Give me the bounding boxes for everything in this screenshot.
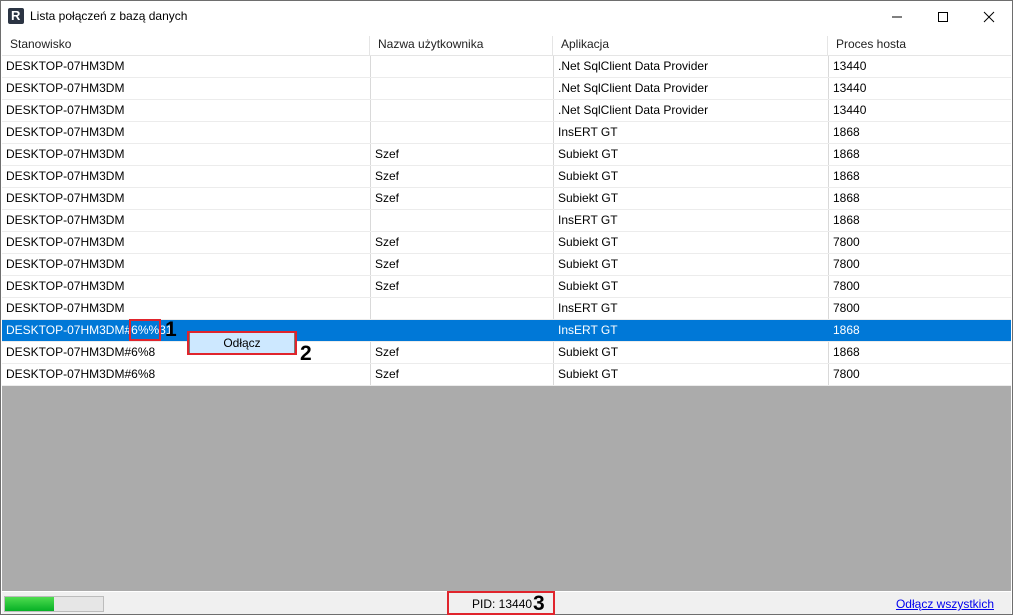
cell-application: Subiekt GT bbox=[553, 364, 828, 385]
table-row[interactable]: DESKTOP-07HM3DM .Net SqlClient Data Provi… bbox=[2, 100, 1011, 122]
cell-application: .Net SqlClient Data Provider bbox=[553, 56, 828, 77]
cell-application: Subiekt GT bbox=[553, 254, 828, 275]
cell-workstation: DESKTOP-07HM3DM bbox=[6, 279, 125, 293]
cell-application: Subiekt GT bbox=[553, 342, 828, 363]
table-row[interactable]: DESKTOP-07HM3DM Szef Subiekt GT 1868 bbox=[2, 188, 1011, 210]
maximize-icon bbox=[938, 12, 948, 22]
cell-application: InsERT GT bbox=[553, 210, 828, 231]
cell-host-process: 7800 bbox=[828, 232, 1011, 253]
table-row[interactable]: DESKTOP-07HM3DM InsERT GT 7800 bbox=[2, 298, 1011, 320]
cell-user: Szef bbox=[370, 342, 553, 363]
close-button[interactable] bbox=[966, 1, 1012, 32]
main-window: R Lista połączeń z bazą danych Stanowisk… bbox=[0, 0, 1013, 615]
table-row[interactable]: DESKTOP-07HM3DM Szef Subiekt GT 1868 bbox=[2, 144, 1011, 166]
cell-application: Subiekt GT bbox=[553, 144, 828, 165]
cell-host-process: 13440 bbox=[828, 100, 1011, 121]
cell-workstation: DESKTOP-07HM3DM bbox=[6, 147, 125, 161]
cell-application: InsERT GT bbox=[553, 320, 828, 341]
window-title: Lista połączeń z bazą danych bbox=[30, 9, 188, 23]
progress-bar bbox=[4, 596, 104, 612]
cell-host-process: 7800 bbox=[828, 254, 1011, 275]
cell-user: Szef bbox=[370, 276, 553, 297]
table-row[interactable]: DESKTOP-07HM3DM#6%8 Szef Subiekt GT 1868 bbox=[2, 342, 1011, 364]
cell-host-process: 7800 bbox=[828, 276, 1011, 297]
cell-application: .Net SqlClient Data Provider bbox=[553, 100, 828, 121]
cell-workstation: DESKTOP-07HM3DM#6%8 bbox=[6, 367, 156, 381]
cell-user: Szef bbox=[370, 254, 553, 275]
cell-user bbox=[370, 320, 553, 341]
cell-workstation: DESKTOP-07HM3DM bbox=[6, 235, 125, 249]
cell-user: Szef bbox=[370, 188, 553, 209]
column-header-application[interactable]: Aplikacja bbox=[553, 34, 828, 55]
cell-host-process: 1868 bbox=[828, 144, 1011, 165]
close-icon bbox=[983, 11, 995, 23]
cell-host-process: 1868 bbox=[828, 210, 1011, 231]
table-row[interactable]: DESKTOP-07HM3DM Szef Subiekt GT 7800 bbox=[2, 254, 1011, 276]
cell-host-process: 1868 bbox=[828, 166, 1011, 187]
list-header: Stanowisko Nazwa użytkownika Aplikacja P… bbox=[2, 34, 1011, 56]
table-row[interactable]: DESKTOP-07HM3DM Szef Subiekt GT 7800 bbox=[2, 276, 1011, 298]
cell-workstation: DESKTOP-07HM3DM#6%%31 bbox=[6, 323, 173, 337]
cell-workstation: DESKTOP-07HM3DM bbox=[6, 103, 125, 117]
table-row[interactable]: DESKTOP-07HM3DM InsERT GT 1868 bbox=[2, 210, 1011, 232]
cell-host-process: 13440 bbox=[828, 78, 1011, 99]
cell-application: Subiekt GT bbox=[553, 166, 828, 187]
cell-user bbox=[370, 298, 553, 319]
table-row[interactable]: DESKTOP-07HM3DM .Net SqlClient Data Provi… bbox=[2, 78, 1011, 100]
maximize-button[interactable] bbox=[920, 1, 966, 32]
cell-application: Subiekt GT bbox=[553, 276, 828, 297]
table-row[interactable]: DESKTOP-07HM3DM Szef Subiekt GT 7800 bbox=[2, 232, 1011, 254]
cell-user: Szef bbox=[370, 232, 553, 253]
cell-workstation: DESKTOP-07HM3DM#6%8 bbox=[6, 345, 156, 359]
table-row[interactable]: DESKTOP-07HM3DM#6%8 Szef Subiekt GT 7800 bbox=[2, 364, 1011, 386]
cell-workstation: DESKTOP-07HM3DM bbox=[6, 213, 125, 227]
cell-host-process: 7800 bbox=[828, 298, 1011, 319]
cell-workstation: DESKTOP-07HM3DM bbox=[6, 81, 125, 95]
disconnect-all-link[interactable]: Odłącz wszystkich bbox=[896, 597, 994, 611]
table-row[interactable]: DESKTOP-07HM3DM InsERT GT 1868 bbox=[2, 122, 1011, 144]
list-empty-area bbox=[2, 386, 1011, 591]
minimize-icon bbox=[892, 16, 902, 18]
title-bar[interactable]: R Lista połączeń z bazą danych bbox=[1, 1, 1012, 32]
cell-workstation: DESKTOP-07HM3DM bbox=[6, 59, 125, 73]
cell-application: InsERT GT bbox=[553, 298, 828, 319]
cell-application: .Net SqlClient Data Provider bbox=[553, 78, 828, 99]
cell-application: Subiekt GT bbox=[553, 188, 828, 209]
annotation-number-3: 3 bbox=[533, 592, 545, 615]
cell-user bbox=[370, 56, 553, 77]
table-row[interactable]: DESKTOP-07HM3DM .Net SqlClient Data Provi… bbox=[2, 56, 1011, 78]
cell-application: Subiekt GT bbox=[553, 232, 828, 253]
annotation-box-1 bbox=[129, 319, 161, 341]
annotation-number-2: 2 bbox=[300, 342, 312, 365]
cell-user bbox=[370, 100, 553, 121]
annotation-number-1: 1 bbox=[165, 318, 177, 341]
cell-user bbox=[370, 210, 553, 231]
cell-host-process: 1868 bbox=[828, 188, 1011, 209]
cell-host-process: 13440 bbox=[828, 56, 1011, 77]
cell-user bbox=[370, 122, 553, 143]
cell-host-process: 1868 bbox=[828, 342, 1011, 363]
cell-workstation: DESKTOP-07HM3DM bbox=[6, 301, 125, 315]
cell-workstation: DESKTOP-07HM3DM bbox=[6, 257, 125, 271]
cell-user: Szef bbox=[370, 144, 553, 165]
cell-user bbox=[370, 78, 553, 99]
cell-user: Szef bbox=[370, 364, 553, 385]
cell-host-process: 1868 bbox=[828, 320, 1011, 341]
annotation-box-2 bbox=[187, 331, 297, 355]
app-logo-icon: R bbox=[8, 8, 24, 24]
cell-host-process: 1868 bbox=[828, 122, 1011, 143]
cell-workstation: DESKTOP-07HM3DM bbox=[6, 169, 125, 183]
cell-workstation: DESKTOP-07HM3DM bbox=[6, 125, 125, 139]
progress-fill bbox=[5, 597, 54, 611]
column-header-workstation[interactable]: Stanowisko bbox=[2, 34, 370, 55]
cell-workstation: DESKTOP-07HM3DM bbox=[6, 191, 125, 205]
column-header-user[interactable]: Nazwa użytkownika bbox=[370, 34, 553, 55]
column-header-host-process[interactable]: Proces hosta bbox=[828, 34, 1011, 55]
cell-application: InsERT GT bbox=[553, 122, 828, 143]
table-row[interactable]: DESKTOP-07HM3DM Szef Subiekt GT 1868 bbox=[2, 166, 1011, 188]
minimize-button[interactable] bbox=[874, 1, 920, 32]
cell-user: Szef bbox=[370, 166, 553, 187]
cell-host-process: 7800 bbox=[828, 364, 1011, 385]
